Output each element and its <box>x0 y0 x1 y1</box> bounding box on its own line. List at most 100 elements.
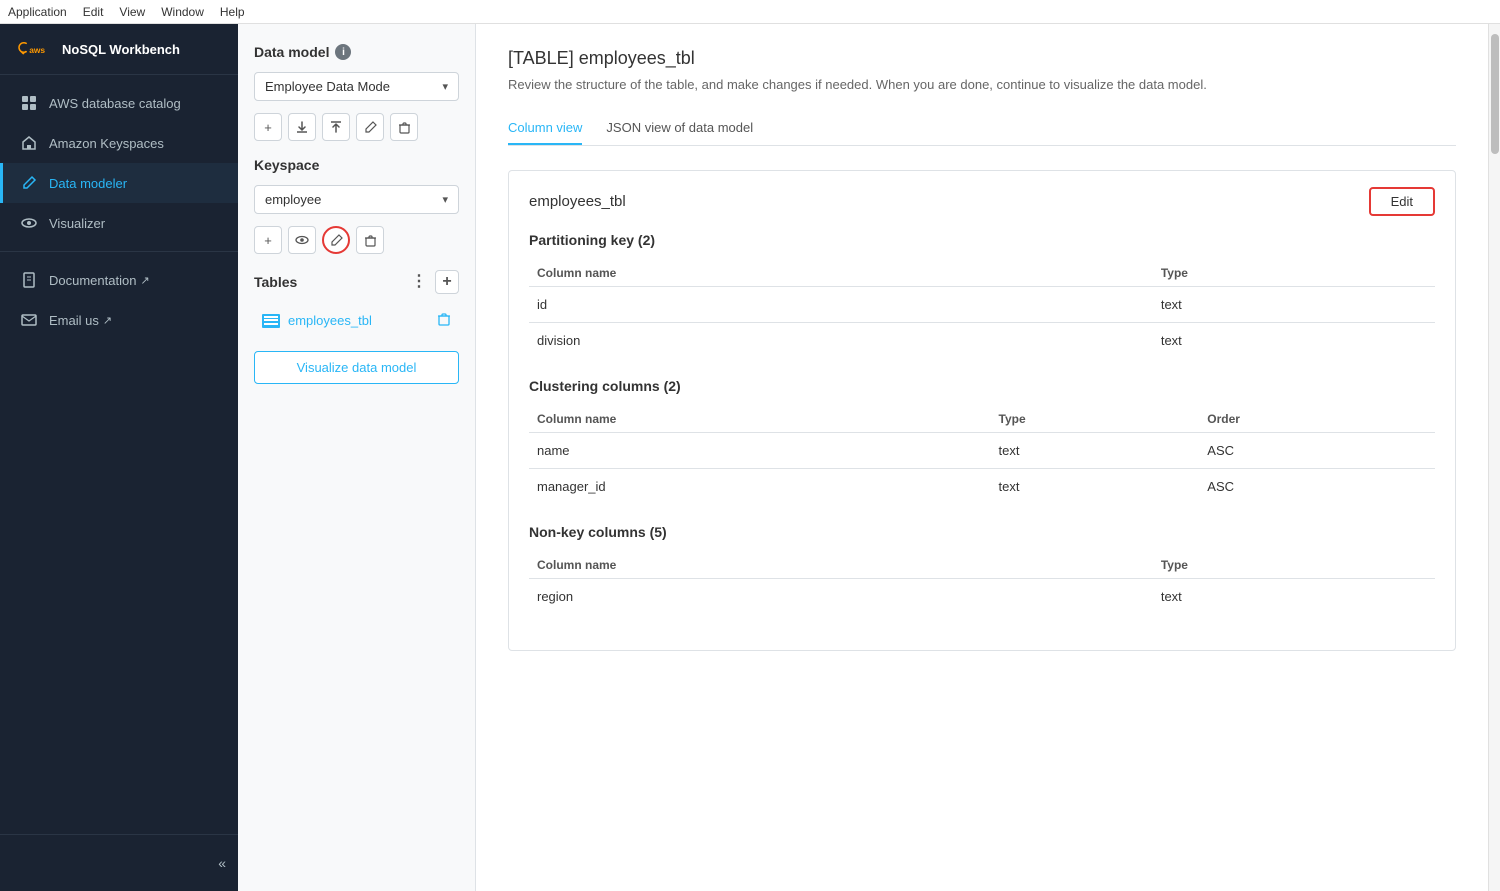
sidebar-nav: AWS database catalog Amazon Keyspaces <box>0 75 238 834</box>
data-model-label: Data model <box>254 44 329 60</box>
keyspace-dropdown[interactable]: employee ▾ <box>254 185 459 214</box>
sidebar-label-email-us: Email us <box>49 313 99 328</box>
page-subtitle: Review the structure of the table, and m… <box>508 77 1456 92</box>
sidebar-label-visualizer: Visualizer <box>49 216 105 231</box>
col-header-type: Type <box>1153 260 1435 287</box>
selected-keyspace: employee <box>265 192 321 207</box>
tables-section: Tables ⋮ + <box>254 270 459 294</box>
app-title: NoSQL Workbench <box>62 42 180 57</box>
table-name: employees_tbl <box>288 313 372 328</box>
table-row: id text <box>529 287 1435 323</box>
data-model-section: Data model i <box>254 44 459 60</box>
menu-edit[interactable]: Edit <box>83 5 104 19</box>
more-icon[interactable]: ⋮ <box>411 274 427 290</box>
clustering-columns-heading: Clustering columns (2) <box>529 378 1435 394</box>
home-icon <box>19 133 39 153</box>
info-icon[interactable]: i <box>335 44 351 60</box>
external-link-icon-email: ↗ <box>103 314 112 327</box>
sidebar-item-email-us[interactable]: Email us ↗ <box>0 300 238 340</box>
sidebar-item-visualizer[interactable]: Visualizer <box>0 203 238 243</box>
table-item-name: employees_tbl <box>262 313 372 328</box>
sidebar-label-database-catalog: AWS database catalog <box>49 96 181 111</box>
tab-json-view[interactable]: JSON view of data model <box>606 112 753 145</box>
col-header-order: Order <box>1199 406 1435 433</box>
table-icon <box>262 314 280 328</box>
cell-type-manager-id: text <box>991 469 1200 505</box>
main-content: [TABLE] employees_tbl Review the structu… <box>476 24 1488 891</box>
non-key-columns-heading: Non-key columns (5) <box>529 524 1435 540</box>
doc-icon <box>19 270 39 290</box>
table-card: employees_tbl Edit Partitioning key (2) … <box>508 170 1456 651</box>
table-row: division text <box>529 323 1435 359</box>
aws-logo-icon: aws <box>16 38 52 60</box>
middle-panel: Data model i Employee Data Mode ▾ + Keys… <box>238 24 476 891</box>
cell-type-name: text <box>991 433 1200 469</box>
table-card-header: employees_tbl Edit <box>529 187 1435 216</box>
edit-keyspace-button[interactable] <box>322 226 350 254</box>
cell-type-region: text <box>1153 579 1435 615</box>
cell-col-division: division <box>529 323 1153 359</box>
partitioning-key-table: Column name Type id text division text <box>529 260 1435 358</box>
edit-model-button[interactable] <box>356 113 384 141</box>
delete-model-button[interactable] <box>390 113 418 141</box>
table-item[interactable]: employees_tbl <box>254 306 459 335</box>
import-model-button[interactable] <box>288 113 316 141</box>
tabs-row: Column view JSON view of data model <box>508 112 1456 146</box>
export-model-button[interactable] <box>322 113 350 141</box>
menu-application[interactable]: Application <box>8 5 67 19</box>
cell-col-manager-id: manager_id <box>529 469 991 505</box>
selected-model: Employee Data Mode <box>265 79 390 94</box>
view-keyspace-button[interactable] <box>288 226 316 254</box>
sidebar-label-data-modeler: Data modeler <box>49 176 127 191</box>
grid-icon <box>19 93 39 113</box>
keyspace-label: Keyspace <box>254 157 319 173</box>
cell-type-id: text <box>1153 287 1435 323</box>
keyspace-toolbar: + <box>254 226 459 254</box>
col-header-name-2: Column name <box>529 406 991 433</box>
col-header-name: Column name <box>529 260 1153 287</box>
tables-label: Tables <box>254 274 297 290</box>
add-keyspace-button[interactable]: + <box>254 226 282 254</box>
menu-view[interactable]: View <box>119 5 145 19</box>
col-header-name-3: Column name <box>529 552 1153 579</box>
table-row: manager_id text ASC <box>529 469 1435 505</box>
table-row: name text ASC <box>529 433 1435 469</box>
add-table-button[interactable]: + <box>435 270 459 294</box>
svg-text:aws: aws <box>29 45 45 55</box>
sidebar-collapse-button[interactable]: « <box>0 847 238 879</box>
menu-bar: Application Edit View Window Help <box>0 0 1500 24</box>
sidebar-label-amazon-keyspaces: Amazon Keyspaces <box>49 136 164 151</box>
edit-table-button[interactable]: Edit <box>1369 187 1435 216</box>
delete-table-icon[interactable] <box>437 312 451 329</box>
cell-type-division: text <box>1153 323 1435 359</box>
email-icon <box>19 310 39 330</box>
keyspace-section: Keyspace <box>254 157 459 173</box>
table-card-name: employees_tbl <box>529 193 626 210</box>
sidebar-label-documentation: Documentation <box>49 273 136 288</box>
sidebar-item-data-modeler[interactable]: Data modeler <box>0 163 238 203</box>
cell-col-id: id <box>529 287 1153 323</box>
delete-keyspace-button[interactable] <box>356 226 384 254</box>
cell-col-region: region <box>529 579 1153 615</box>
non-key-columns-table: Column name Type region text <box>529 552 1435 614</box>
data-model-dropdown[interactable]: Employee Data Mode ▾ <box>254 72 459 101</box>
keyspace-chevron-icon: ▾ <box>442 193 448 206</box>
tab-column-view[interactable]: Column view <box>508 112 582 145</box>
page-title: [TABLE] employees_tbl <box>508 48 1456 69</box>
menu-window[interactable]: Window <box>161 5 204 19</box>
sidebar-item-amazon-keyspaces[interactable]: Amazon Keyspaces <box>0 123 238 163</box>
sidebar-item-database-catalog[interactable]: AWS database catalog <box>0 83 238 123</box>
sidebar-header: aws NoSQL Workbench <box>0 24 238 75</box>
clustering-columns-table: Column name Type Order name text ASC man… <box>529 406 1435 504</box>
eye-icon <box>19 213 39 233</box>
menu-help[interactable]: Help <box>220 5 245 19</box>
data-model-toolbar: + <box>254 113 459 141</box>
scrollbar-thumb <box>1491 34 1499 154</box>
sidebar: aws NoSQL Workbench AWS database catalog <box>0 24 238 891</box>
right-scrollbar[interactable] <box>1488 24 1500 891</box>
sidebar-footer: « <box>0 834 238 891</box>
sidebar-item-documentation[interactable]: Documentation ↗ <box>0 260 238 300</box>
add-model-button[interactable]: + <box>254 113 282 141</box>
col-header-type-2: Type <box>991 406 1200 433</box>
visualize-data-model-button[interactable]: Visualize data model <box>254 351 459 384</box>
